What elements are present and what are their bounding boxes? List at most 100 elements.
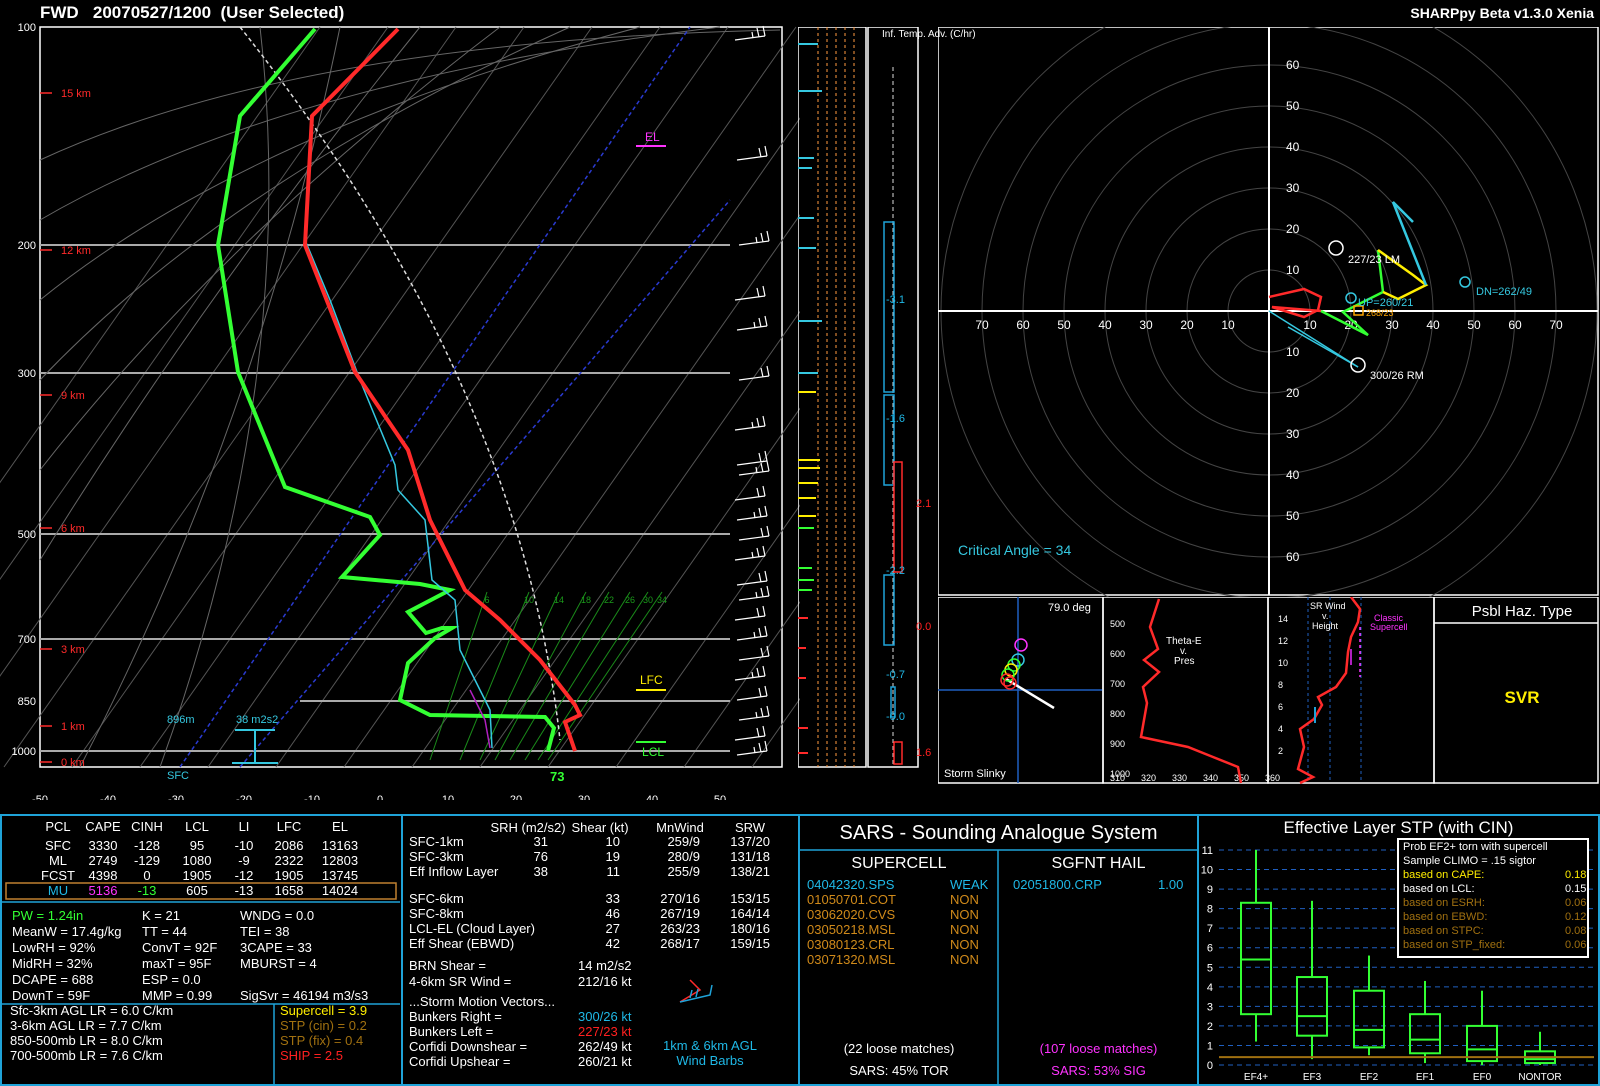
parcel-cell: -13 [137, 883, 157, 898]
wind-barb [738, 365, 770, 381]
ring-label-south: 40 [1286, 468, 1300, 482]
wind-barb [734, 605, 766, 621]
sars-match-id: 03050218.MSL [807, 922, 896, 937]
parcel-cell: 605 [186, 883, 208, 898]
motion-cd-label: Corfidi Downshear = [409, 1039, 528, 1054]
stp-category-label: EF0 [1473, 1072, 1492, 1083]
stp-y-tick: 3 [1207, 1001, 1213, 1013]
hodograph-panel: 10 10101020 20202030 30303040 40404050 505050… [938, 27, 1599, 597]
skewt-frame [39, 26, 783, 768]
ring-label-east: 50 [1467, 318, 1481, 332]
index-mburst: MBURST = 4 [240, 956, 317, 971]
barb-flag [762, 485, 766, 497]
temp-tick-label: -40 [100, 794, 116, 800]
mixing-ratio-labels: 6 10 14 18 22 26 30 34 [484, 595, 667, 605]
sars-tor: SARS: 45% TOR [849, 1063, 949, 1078]
height-label: 1 km [61, 721, 85, 733]
stp-legend-value: 0.06 [1565, 897, 1587, 909]
kin-cell: 267/19 [660, 906, 700, 921]
height-label: 6 km [61, 523, 85, 535]
parcel-cell: MU [47, 883, 69, 898]
barb-flag [764, 315, 768, 327]
sars-match-id: 03062020.CVS [807, 907, 896, 922]
sars-match-class: NON [950, 907, 979, 922]
stp-category-label: EF1 [1416, 1072, 1435, 1083]
mixing-ratio-label: 18 [581, 595, 591, 605]
barb-flag [762, 725, 766, 737]
speed-bar [798, 247, 816, 249]
brn-label: BRN Shear = [409, 958, 486, 973]
adv-value-2: -1.6 [886, 413, 905, 425]
kin-cell: 280/9 [667, 849, 700, 864]
barb-flag [764, 685, 768, 697]
parcel-cell: 1080 [182, 853, 212, 868]
parcel-header: CINH [131, 819, 163, 834]
stp-legend-title-2: Sample CLIMO = .15 sigtor [1403, 855, 1536, 867]
adv-value-8: 1.6 [916, 747, 932, 759]
kin-cell: 164/14 [730, 906, 770, 921]
wind-barb [734, 285, 766, 301]
sars-hail-match: 02051800.CRP [1013, 877, 1102, 892]
wind-barb [736, 625, 768, 641]
height-label: 0 km [61, 757, 85, 769]
barb-flag [758, 452, 762, 463]
temperature-axis: -50 -40 -30 -20 -10 0 10 20 30 40 50 [32, 794, 726, 800]
srwind-y-tick: 4 [1278, 724, 1283, 734]
sars-title: SARS - Sounding Analogue System [839, 822, 1158, 844]
critical-angle: Critical Angle = 34 [958, 542, 1071, 558]
barb-flag [760, 232, 764, 243]
barb-flag [758, 742, 762, 753]
barb-flag [764, 505, 768, 517]
kin-cell: 76 [533, 849, 548, 864]
barb-staff [734, 735, 766, 741]
speed-bar [798, 217, 814, 219]
sars-supercell-title: SUPERCELL [851, 855, 947, 872]
hodograph-trace-red [1268, 287, 1323, 319]
speed-bar [798, 467, 820, 469]
wind-barb [734, 25, 766, 41]
barb-flag [760, 462, 764, 473]
parcel-cell: FCST [41, 868, 75, 883]
motion-title: ...Storm Motion Vectors... [409, 994, 555, 1009]
barb-flag [764, 145, 768, 157]
slinky-title: Storm Slinky [944, 768, 1006, 780]
thetae-y-tick: 500 [1110, 619, 1125, 629]
sars-match-class: WEAK [950, 877, 989, 892]
barb-flag [762, 605, 766, 617]
barb-flag [751, 671, 754, 679]
ring-label-south: 20 [1286, 386, 1300, 400]
wind-barb [736, 505, 768, 521]
pressure-tick-label: 300 [18, 368, 36, 380]
barb-flag [756, 667, 760, 678]
hazard-title: Psbl Haz. Type [1471, 603, 1573, 620]
barb-staff [736, 635, 768, 641]
ring-label-east: 60 [1508, 318, 1522, 332]
parcel-cell: -129 [133, 853, 161, 868]
mean-wind-label: 268/23 [1366, 308, 1394, 318]
thetae-x-tick: 320 [1141, 773, 1156, 783]
kin-cell: 11 [606, 864, 621, 879]
ring-label-west: 40 [1098, 318, 1112, 332]
mixing-ratio-label: 14 [554, 595, 564, 605]
ring-label-east: 10 [1303, 318, 1317, 332]
isotherm [479, 310, 800, 768]
stp-category-label: EF4+ [1244, 1072, 1268, 1083]
thetae-y-tick: 700 [1110, 679, 1125, 689]
index-midrh: MidRH = 32% [12, 956, 93, 971]
barb-flag [760, 367, 764, 378]
stp-legend-label: based on LCL: [1403, 883, 1475, 895]
lfc-label: LFC [640, 673, 663, 687]
kin-row-label: LCL-EL (Cloud Layer) [409, 921, 535, 936]
mixing-ratio-lines [429, 591, 663, 761]
motion-br-value: 300/26 kt [578, 1009, 632, 1024]
srwind-y-tick: 6 [1278, 702, 1283, 712]
stp-legend-label: based on STPC: [1403, 925, 1484, 937]
stp-category-label: EF2 [1360, 1072, 1379, 1083]
isotherm [0, 26, 321, 484]
ring-label-south: 50 [1286, 509, 1300, 523]
stp-category-label: EF3 [1303, 1072, 1322, 1083]
thetae-x-tick: 340 [1203, 773, 1218, 783]
stp-box [1353, 989, 1385, 1049]
ring-label-west: 50 [1057, 318, 1071, 332]
ring-label-west: 20 [1180, 318, 1194, 332]
